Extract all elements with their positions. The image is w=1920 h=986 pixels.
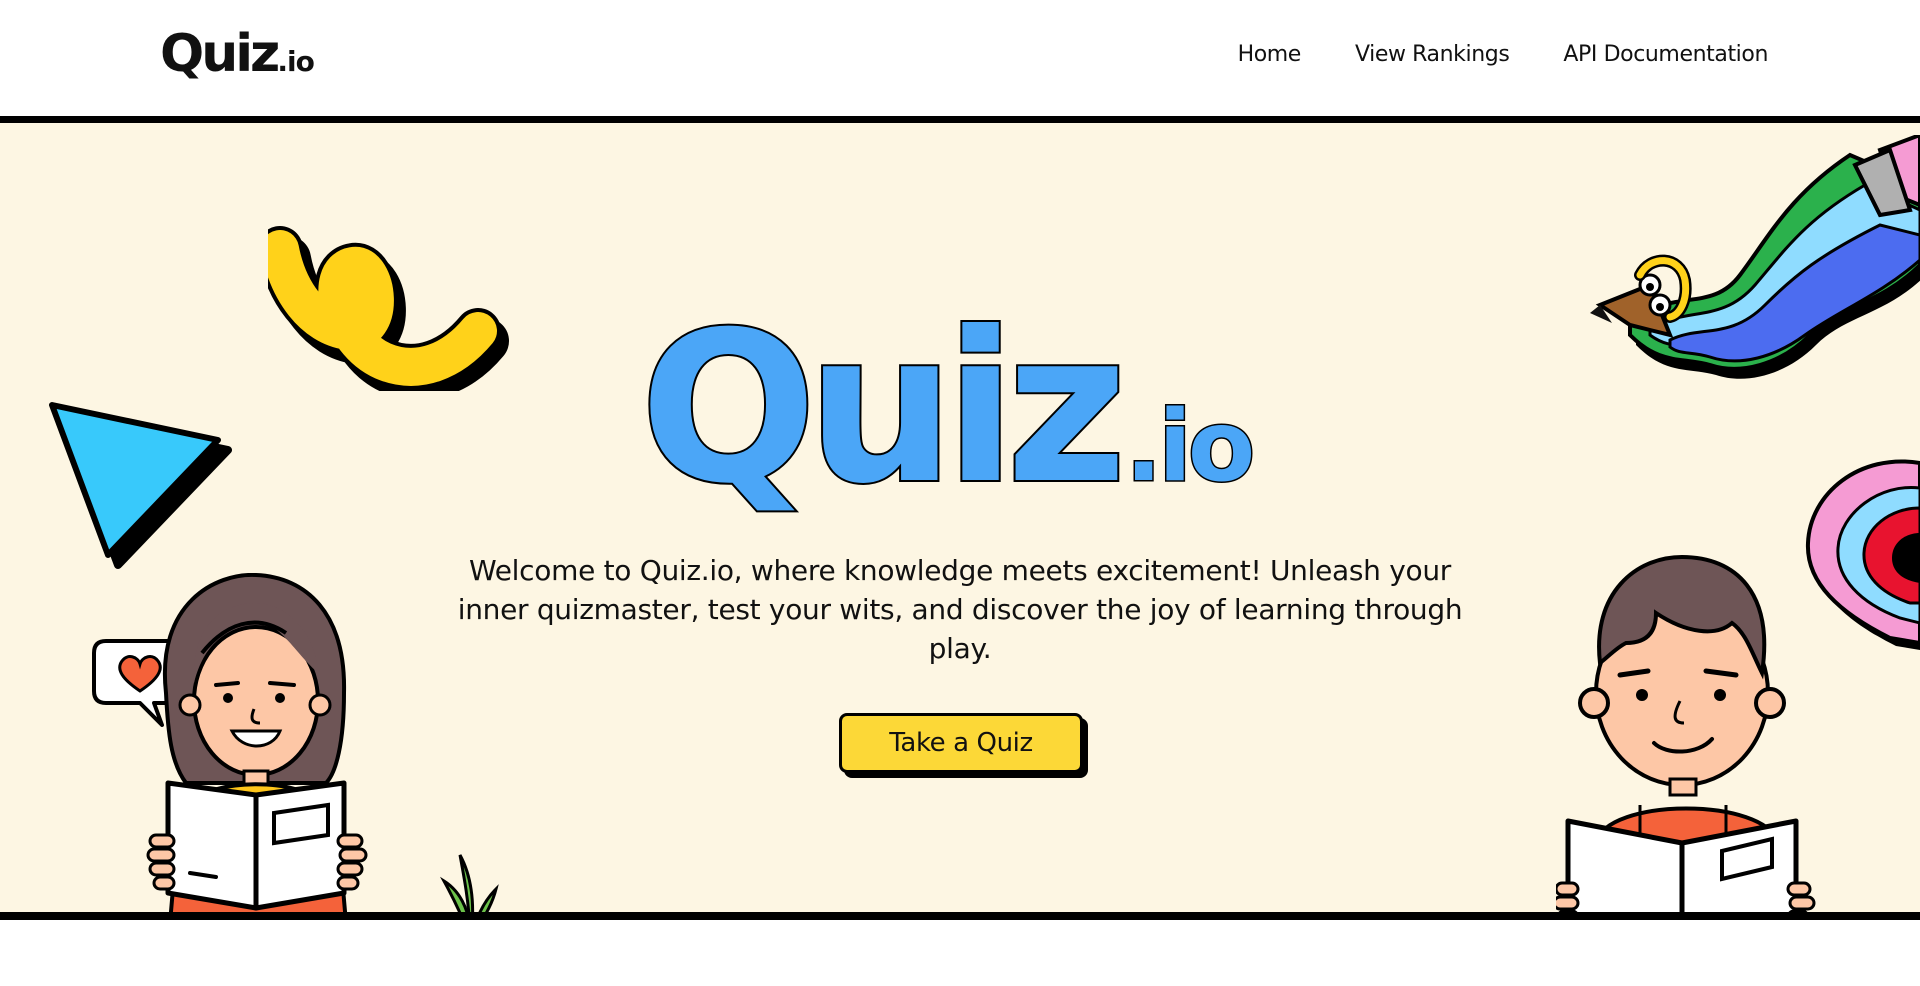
- hero-section: Quiz .io Welcome to Quiz.io, where knowl…: [0, 116, 1920, 920]
- nav-view-rankings[interactable]: View Rankings: [1355, 42, 1510, 67]
- plant-icon: [440, 854, 499, 912]
- triangle-decoration-icon: [49, 402, 232, 569]
- logo-main-text: Quiz: [160, 24, 280, 84]
- boy-reading-illustration: [1556, 554, 1816, 912]
- main-nav: Home View Rankings API Documentation: [1238, 42, 1769, 67]
- logo-suffix-text: .io: [277, 45, 314, 78]
- swirl-decoration-icon: [268, 226, 509, 391]
- welcome-text: Welcome to Quiz.io, where knowledge meet…: [457, 554, 1463, 665]
- take-a-quiz-button[interactable]: Take a Quiz: [839, 713, 1083, 773]
- hero-logo-suffix: .io: [1125, 390, 1252, 504]
- nav-api-documentation[interactable]: API Documentation: [1563, 42, 1768, 67]
- site-header: Quiz.io Home View Rankings API Documenta…: [0, 0, 1920, 116]
- hero-logo-main: Quiz: [640, 313, 1118, 523]
- girl-reading-illustration: [146, 573, 368, 912]
- hero-logo: Quiz .io: [638, 313, 1257, 523]
- page-below-fold: [0, 920, 1920, 986]
- header-logo[interactable]: Quiz.io: [160, 28, 315, 80]
- pencil-worm-decoration-icon: [1590, 135, 1920, 379]
- nav-home[interactable]: Home: [1238, 42, 1302, 67]
